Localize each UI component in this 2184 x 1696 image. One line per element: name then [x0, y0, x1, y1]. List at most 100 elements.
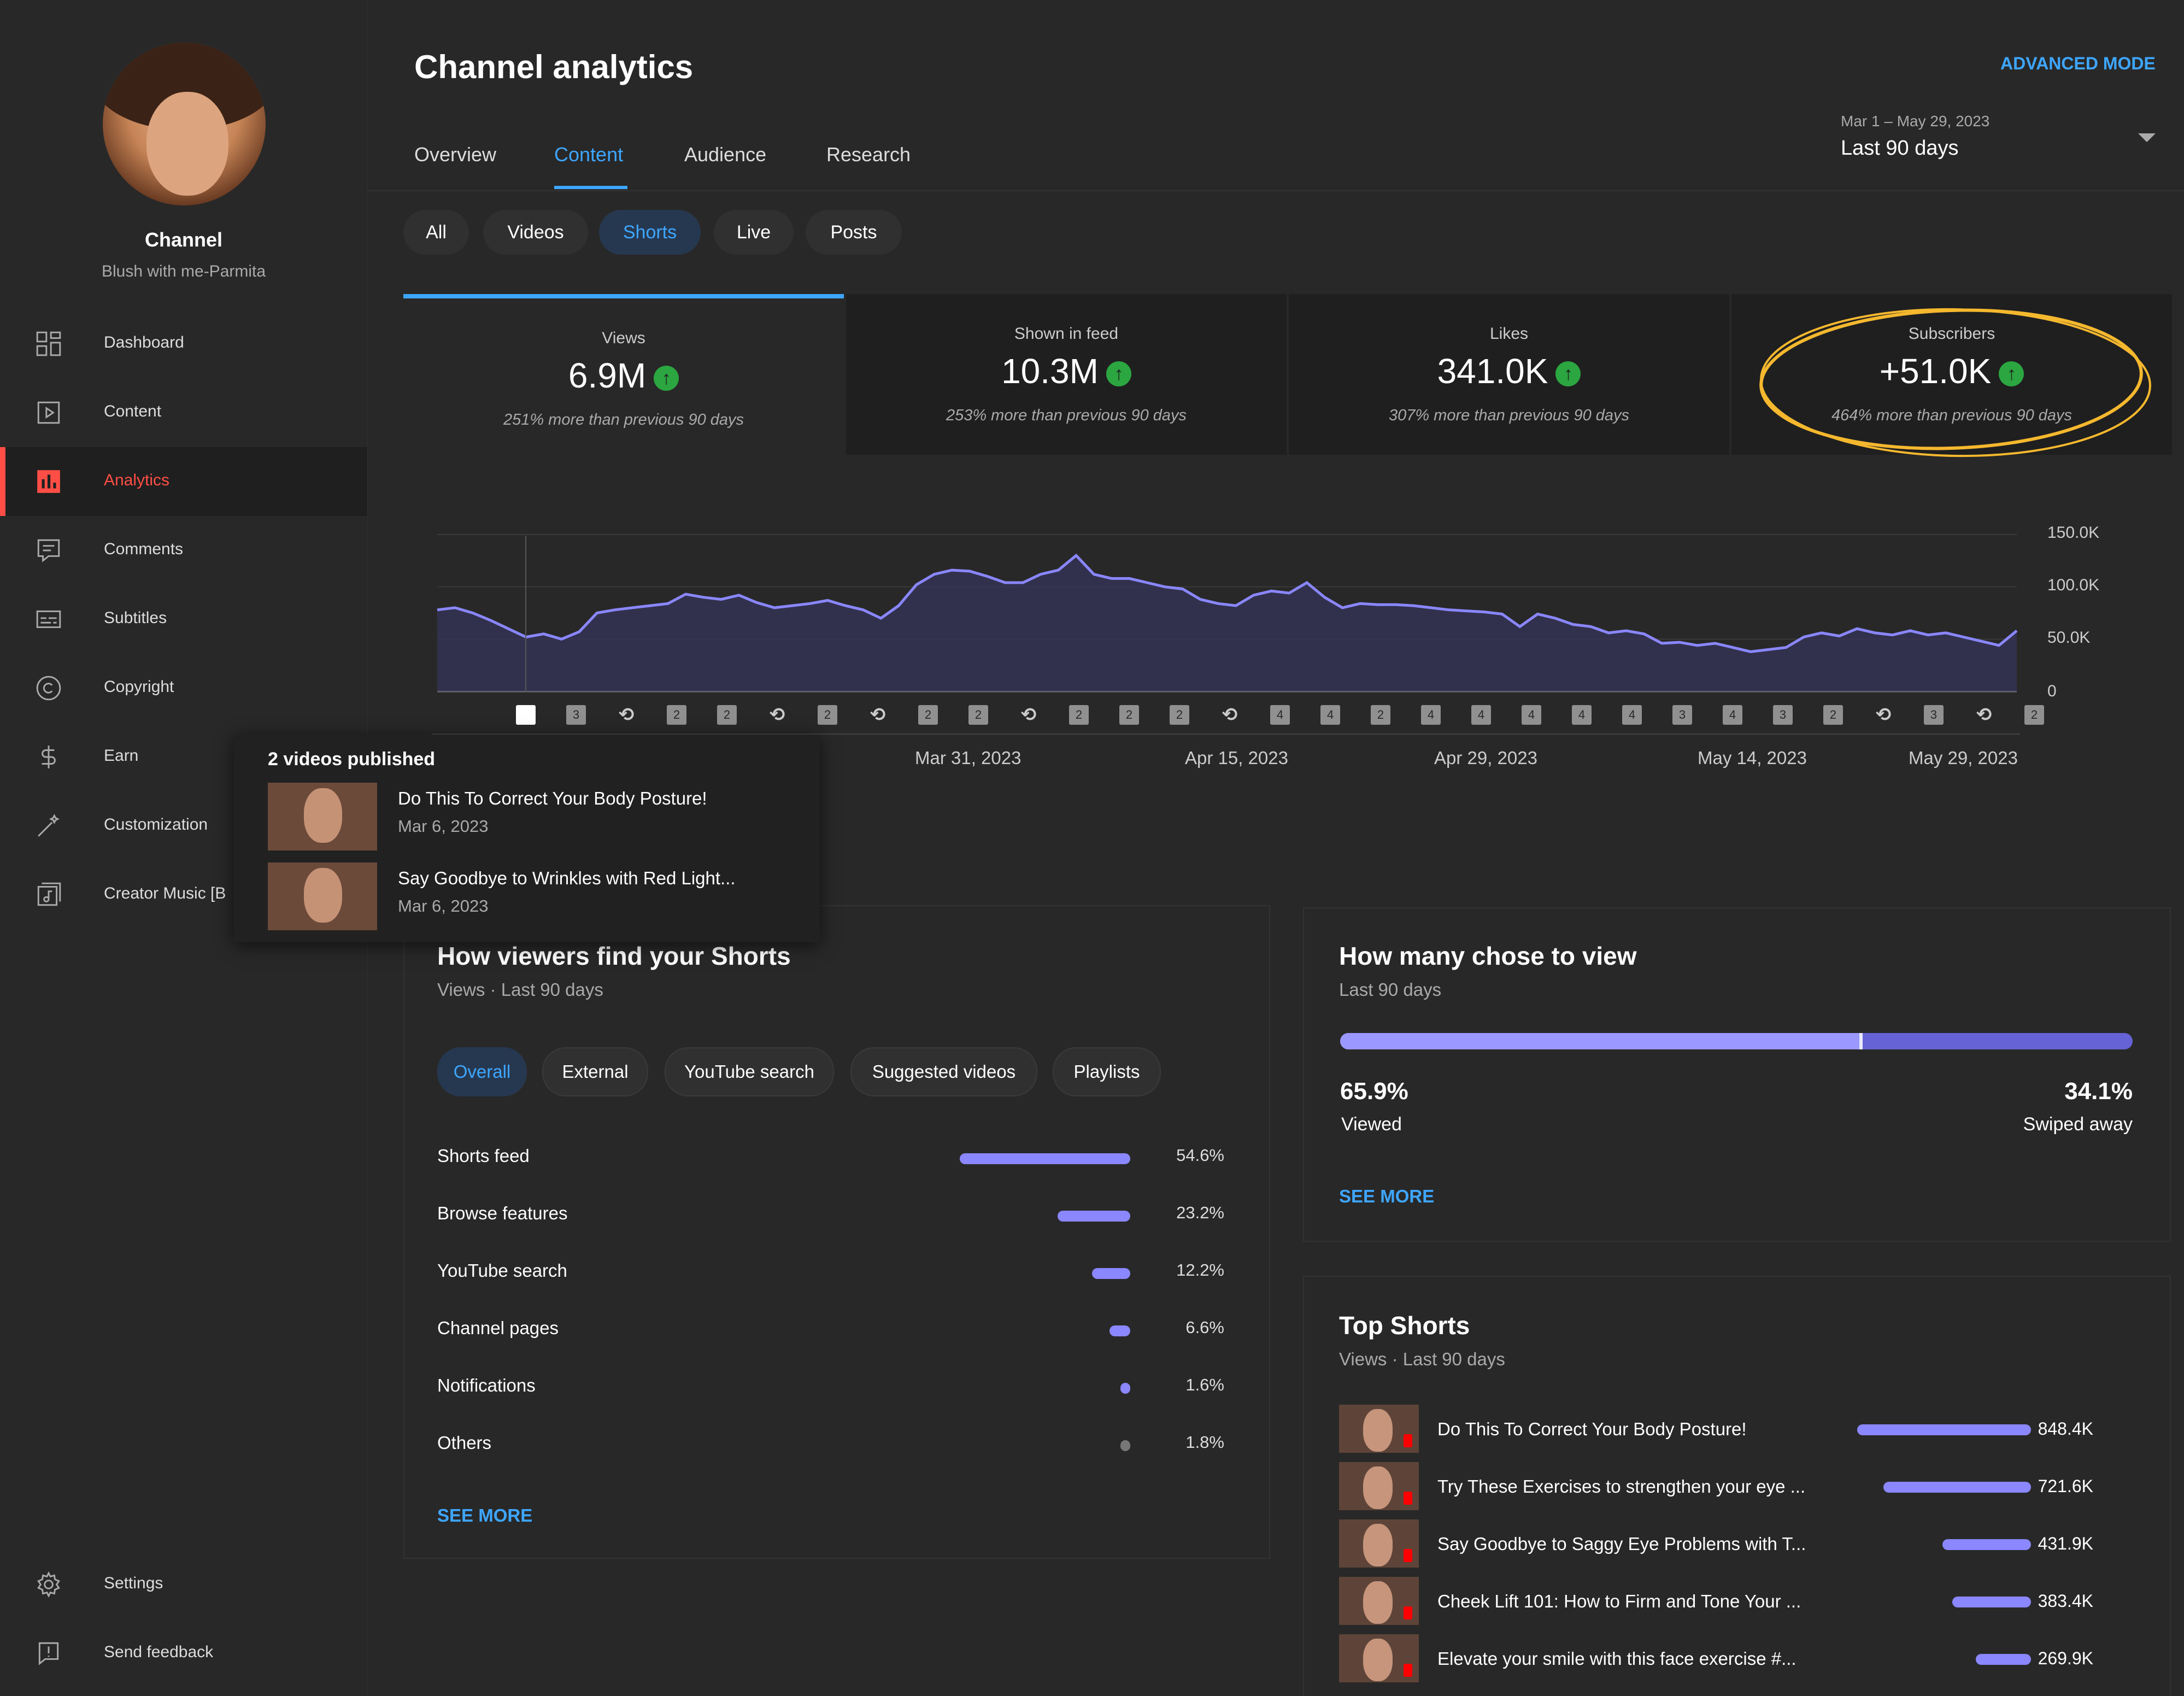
video-title: Do This To Correct Your Body Posture! — [398, 788, 707, 808]
shorts-marker-icon[interactable]: ⟲ — [1874, 705, 1893, 725]
publish-marker[interactable]: 2 — [968, 705, 988, 725]
publish-marker[interactable]: 2 — [717, 705, 737, 725]
publish-marker[interactable]: 2 — [667, 705, 686, 725]
chart-area — [437, 555, 2017, 691]
top-short-row[interactable]: Cheek Lift 101: How to Firm and Tone You… — [1339, 1577, 2126, 1628]
traffic-source-row[interactable]: Others 1.8% — [437, 1428, 1224, 1461]
see-more-link[interactable]: SEE MORE — [437, 1505, 532, 1526]
traffic-source-row[interactable]: Notifications 1.6% — [437, 1371, 1224, 1404]
traffic-source-row[interactable]: Shorts feed 54.6% — [437, 1141, 1224, 1174]
views-bar — [1883, 1482, 2031, 1493]
sidebar-item-dashboard[interactable]: Dashboard — [0, 309, 367, 378]
traffic-source-row[interactable]: YouTube search 12.2% — [437, 1256, 1224, 1289]
active-tab-indicator — [554, 186, 627, 189]
card-subtitle: Views · Last 90 days — [437, 979, 603, 1000]
shorts-marker-icon[interactable]: ⟲ — [617, 705, 636, 725]
top-short-row[interactable]: Say Goodbye to Saggy Eye Problems with T… — [1339, 1519, 2126, 1571]
sidebar-item-label: Comments — [104, 540, 184, 558]
chip-playlists[interactable]: Playlists — [1053, 1047, 1161, 1096]
tooltip-video-row[interactable]: Say Goodbye to Wrinkles with Red Light..… — [268, 862, 803, 930]
video-thumbnail — [1339, 1405, 1419, 1453]
shorts-marker-icon[interactable]: ⟲ — [1019, 705, 1038, 725]
publish-marker[interactable]: 4 — [1320, 705, 1340, 725]
divider — [367, 190, 2184, 191]
sidebar-item-label: Send feedback — [104, 1643, 214, 1661]
publish-marker[interactable]: 3 — [1924, 705, 1944, 725]
publish-marker[interactable]: 4 — [1421, 705, 1441, 725]
chip-suggested-videos[interactable]: Suggested videos — [850, 1047, 1037, 1096]
sidebar-item-subtitles[interactable]: Subtitles — [0, 585, 367, 654]
chip-youtube-search[interactable]: YouTube search — [665, 1047, 834, 1096]
date-range-dates: Mar 1 – May 29, 2023 — [1841, 113, 1990, 130]
top-short-row[interactable]: Do This To Correct Your Body Posture! 84… — [1339, 1405, 2126, 1456]
publish-marker[interactable]: 4 — [1723, 705, 1742, 725]
publish-marker[interactable]: 2 — [1371, 705, 1390, 725]
publish-marker[interactable]: 2 — [1119, 705, 1139, 725]
publish-marker[interactable]: 4 — [1522, 705, 1541, 725]
card-title: How viewers find your Shorts — [437, 942, 791, 970]
chip-overall[interactable]: Overall — [437, 1047, 527, 1096]
shorts-marker-icon[interactable]: ⟲ — [1974, 705, 1994, 725]
shorts-marker-icon[interactable]: ⟲ — [1220, 705, 1240, 725]
tab-content[interactable]: Content — [554, 143, 623, 166]
sidebar-item-settings[interactable]: Settings — [0, 1550, 367, 1619]
shorts-marker-icon[interactable]: ⟲ — [767, 705, 787, 725]
metric-likes[interactable]: Likes 341.0K ↑ 307% more than previous 90… — [1289, 294, 1729, 455]
publish-marker[interactable]: 3 — [1672, 705, 1692, 725]
chevron-down-icon[interactable] — [2138, 133, 2156, 142]
metric-shown-in-feed[interactable]: Shown in feed 10.3M ↑ 253% more than prev… — [846, 294, 1287, 455]
y-tick-label: 0 — [2047, 682, 2057, 700]
advanced-mode-button[interactable]: ADVANCED MODE — [2000, 54, 2156, 74]
tooltip-video-row[interactable]: Do This To Correct Your Body Posture! Ma… — [268, 783, 803, 850]
publish-marker[interactable]: 4 — [1622, 705, 1642, 725]
tab-audience[interactable]: Audience — [684, 143, 766, 166]
chip-external[interactable]: External — [542, 1047, 648, 1096]
traffic-source-row[interactable]: Browse features 23.2% — [437, 1199, 1224, 1231]
top-short-row[interactable]: Elevate your smile with this face exerci… — [1339, 1634, 2126, 1686]
views-chart[interactable] — [432, 519, 2071, 771]
traffic-source-row[interactable]: Channel pages 6.6% — [437, 1313, 1224, 1346]
creator-music-icon — [37, 882, 61, 906]
sidebar-item-comments[interactable]: Comments — [0, 516, 367, 585]
sidebar-item-send-feedback[interactable]: Send feedback — [0, 1619, 367, 1688]
publish-marker[interactable]: 2 — [2024, 705, 2044, 725]
publish-marker[interactable]: 2 — [1170, 705, 1189, 725]
publish-marker[interactable]: 2 — [918, 705, 938, 725]
video-views: 431.9K — [2038, 1534, 2093, 1553]
viewed-percent: 65.9% — [1340, 1078, 1408, 1105]
shorts-icon — [1404, 1664, 1412, 1677]
metric-label: Shown in feed — [1014, 325, 1119, 343]
chip-live[interactable]: Live — [714, 210, 794, 255]
metric-views[interactable]: Views 6.9M ↑ 251% more than previous 90 d… — [403, 294, 844, 455]
chip-videos[interactable]: Videos — [483, 210, 588, 255]
channel-avatar[interactable] — [103, 43, 266, 206]
chip-all[interactable]: All — [403, 210, 469, 255]
publish-marker[interactable]: 2 — [1823, 705, 1843, 725]
chip-posts[interactable]: Posts — [806, 210, 902, 255]
channel-handle: Blush with me-Parmita — [101, 262, 266, 280]
top-short-row[interactable]: Try These Exercises to strengthen your e… — [1339, 1462, 2126, 1513]
video-thumbnail — [1339, 1577, 1419, 1625]
sidebar-item-content[interactable]: Content — [0, 378, 367, 447]
publish-marker[interactable] — [516, 705, 536, 725]
chip-shorts[interactable]: Shorts — [599, 210, 701, 255]
publish-marker[interactable]: 4 — [1572, 705, 1592, 725]
publish-marker[interactable]: 2 — [818, 705, 837, 725]
publish-marker[interactable]: 3 — [1773, 705, 1793, 725]
sidebar-item-copyright[interactable]: Copyright — [0, 654, 367, 723]
sidebar-item-label: Content — [104, 402, 162, 420]
tab-overview[interactable]: Overview — [414, 143, 496, 166]
publish-marker[interactable]: 2 — [1069, 705, 1089, 725]
sidebar-item-label: Earn — [104, 747, 139, 765]
see-more-link[interactable]: SEE MORE — [1339, 1186, 1434, 1207]
video-title: Cheek Lift 101: How to Firm and Tone You… — [1437, 1591, 1801, 1611]
sidebar-item-analytics[interactable]: Analytics — [0, 447, 367, 516]
publish-marker[interactable]: 4 — [1471, 705, 1491, 725]
shorts-marker-icon[interactable]: ⟲ — [868, 705, 888, 725]
tab-research[interactable]: Research — [826, 143, 911, 166]
publish-marker[interactable]: 3 — [566, 705, 586, 725]
publish-marker[interactable]: 4 — [1270, 705, 1290, 725]
video-date: Mar 6, 2023 — [398, 817, 489, 836]
sidebar-item-label: Creator Music [B — [104, 884, 226, 902]
video-thumbnail — [1339, 1519, 1419, 1568]
